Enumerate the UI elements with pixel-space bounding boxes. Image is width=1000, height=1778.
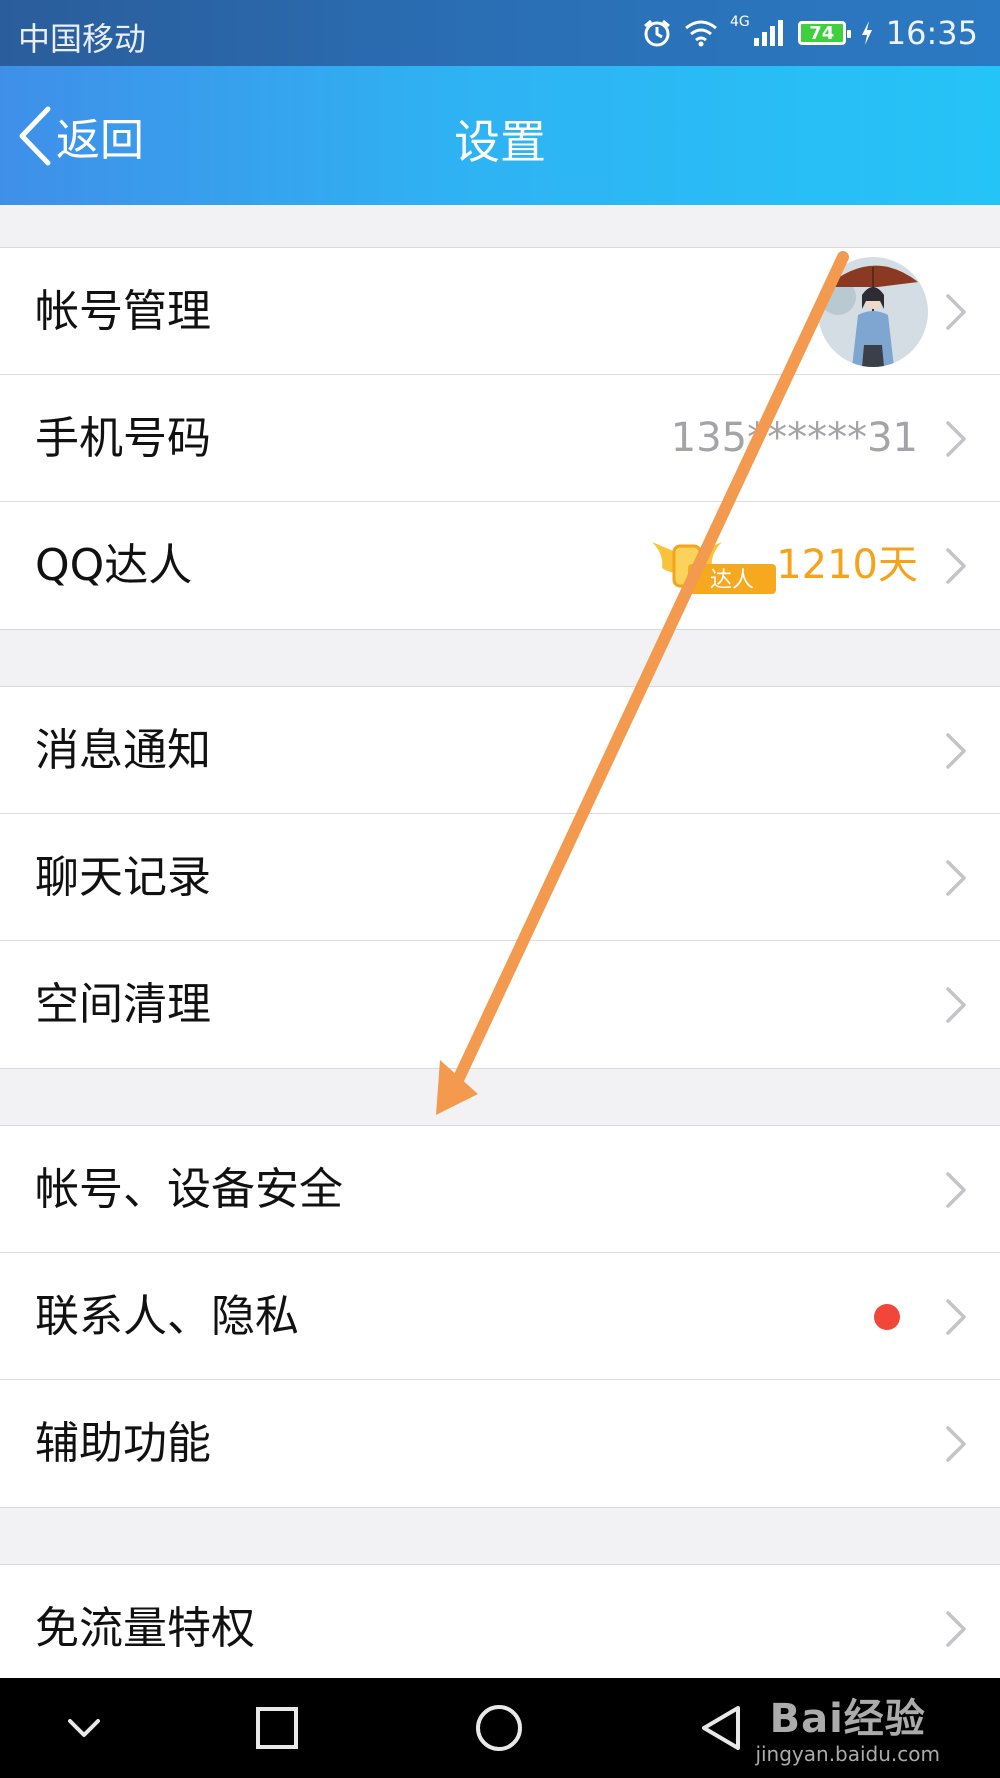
daren-badge-text: 达人 (710, 568, 754, 593)
back-triangle-icon[interactable] (692, 1703, 752, 1753)
avatar (818, 257, 928, 367)
nav-bar: 返回 设置 (0, 66, 1000, 205)
phone-number-value: 135******31 (670, 415, 918, 461)
chevron-down-icon[interactable] (54, 1703, 114, 1753)
settings-group-account: 帐号管理 手机号码 135******31 QQ达人 达人 1210天 (0, 247, 1000, 630)
row-chat-history[interactable]: 聊天记录 (0, 814, 1000, 941)
page-title: 设置 (454, 115, 546, 169)
charging-icon (861, 21, 872, 45)
chevron-right-icon (946, 987, 966, 1023)
watermark-brand: Bai经验 (769, 1696, 926, 1742)
carrier-name: 中国移动 (18, 20, 147, 58)
row-label: 聊天记录 (35, 852, 211, 903)
new-indicator-dot (874, 1304, 900, 1330)
row-label: 帐号管理 (35, 286, 211, 337)
row-free-data-privilege[interactable]: 免流量特权 (0, 1565, 1000, 1692)
network-type-label: 4G (730, 14, 750, 30)
row-label: 手机号码 (35, 413, 211, 464)
row-label: 消息通知 (35, 725, 211, 776)
chevron-right-icon (946, 421, 966, 457)
status-bar: 中国移动 4G 74 16:35 (0, 0, 1000, 66)
row-label: 辅助功能 (35, 1418, 211, 1469)
row-notifications[interactable]: 消息通知 (0, 687, 1000, 814)
chevron-right-icon (946, 1299, 966, 1335)
chevron-right-icon (946, 860, 966, 896)
baidu-jingyan-watermark: Bai经验 jingyan.baidu.com (755, 1686, 940, 1766)
row-qq-daren[interactable]: QQ达人 达人 1210天 (0, 502, 1000, 629)
battery-icon: 74 (797, 21, 851, 45)
settings-group-messages: 消息通知 聊天记录 空间清理 (0, 686, 1000, 1069)
row-storage-cleanup[interactable]: 空间清理 (0, 941, 1000, 1068)
chevron-right-icon (946, 548, 966, 584)
chevron-right-icon (946, 294, 966, 330)
chevron-right-icon (946, 1611, 966, 1647)
settings-group-data: 免流量特权 (0, 1564, 1000, 1692)
signal-icon (753, 20, 783, 46)
wifi-icon (685, 20, 717, 47)
chevron-right-icon (946, 733, 966, 769)
top-bar: 中国移动 4G 74 16:35 返回 设置 (0, 0, 1000, 205)
chevron-right-icon (946, 1172, 966, 1208)
row-accessibility[interactable]: 辅助功能 (0, 1380, 1000, 1507)
row-label: QQ达人 (35, 540, 193, 591)
daren-days-value: 1210天 (776, 542, 918, 588)
row-account-management[interactable]: 帐号管理 (0, 248, 1000, 375)
alarm-icon (644, 19, 670, 47)
settings-group-security: 帐号、设备安全 联系人、隐私 辅助功能 (0, 1125, 1000, 1508)
home-icon[interactable] (469, 1703, 529, 1753)
watermark-url: jingyan.baidu.com (755, 1742, 940, 1766)
row-label: 联系人、隐私 (35, 1291, 299, 1342)
battery-level: 74 (809, 22, 835, 44)
row-phone-number[interactable]: 手机号码 135******31 (0, 375, 1000, 502)
clock: 16:35 (885, 14, 978, 52)
recent-apps-icon[interactable] (247, 1703, 307, 1753)
chevron-right-icon (946, 1426, 966, 1462)
row-label: 空间清理 (35, 979, 211, 1030)
row-contacts-privacy[interactable]: 联系人、隐私 (0, 1253, 1000, 1380)
row-label: 免流量特权 (35, 1603, 255, 1654)
status-icons: 4G 74 16:35 (642, 12, 978, 54)
row-label: 帐号、设备安全 (35, 1164, 343, 1215)
row-account-device-security[interactable]: 帐号、设备安全 (0, 1126, 1000, 1253)
daren-badge-icon: 达人 (652, 542, 776, 594)
